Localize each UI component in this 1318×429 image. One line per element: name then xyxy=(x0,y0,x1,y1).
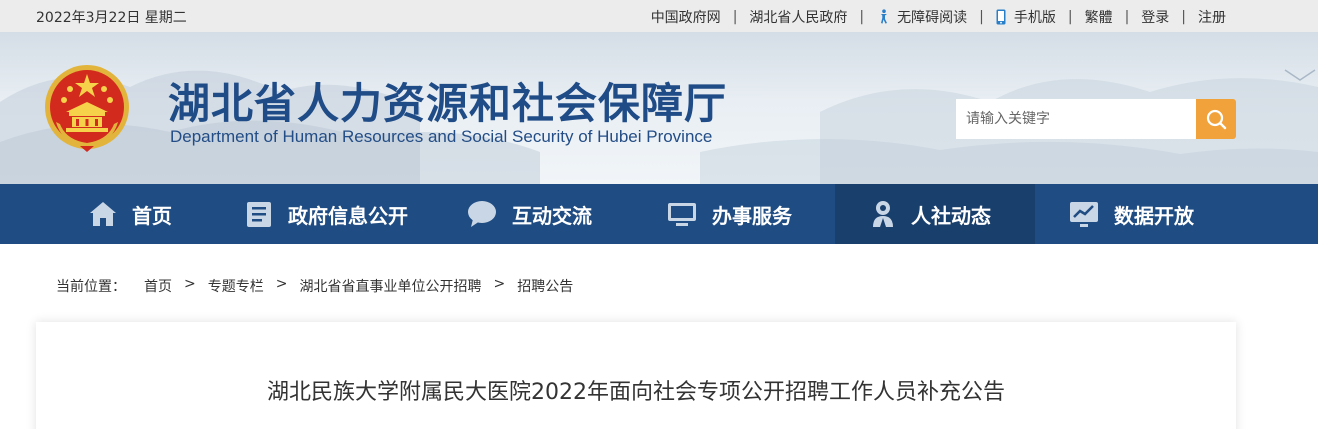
nav-item-gov-info[interactable]: 政府信息公开 xyxy=(244,184,408,244)
nav-item-label: 数据开放 xyxy=(1114,203,1194,228)
link-accessible-label: 无障碍阅读 xyxy=(897,10,968,26)
nav-item-label: 政府信息公开 xyxy=(288,203,408,228)
person-icon xyxy=(873,201,893,227)
nav-item-label: 互动交流 xyxy=(512,203,592,228)
phone-icon xyxy=(996,9,1006,25)
article-title: 湖北民族大学附属民大医院2022年面向社会专项公开招聘工作人员补充公告 xyxy=(267,380,1005,405)
monitor-icon xyxy=(668,203,696,226)
link-china-gov[interactable]: 中国政府网 xyxy=(651,7,721,27)
separator: | xyxy=(859,9,865,25)
link-register[interactable]: 注册 xyxy=(1198,7,1226,27)
nav-item-services[interactable]: 办事服务 xyxy=(666,184,792,244)
breadcrumb-special-topics[interactable]: 专题专栏 xyxy=(208,276,264,296)
accessibility-icon xyxy=(881,9,888,24)
breadcrumb-separator: > xyxy=(184,276,196,292)
link-mobile-label: 手机版 xyxy=(1013,10,1056,26)
nav-item-interaction[interactable]: 互动交流 xyxy=(466,184,592,244)
search-button[interactable] xyxy=(1196,99,1236,139)
nav-item-home[interactable]: 首页 xyxy=(88,184,172,244)
nav-item-open-data[interactable]: 数据开放 xyxy=(1068,184,1194,244)
home-icon xyxy=(90,202,116,226)
nav-item-label: 首页 xyxy=(132,203,172,228)
nav-item-label: 办事服务 xyxy=(712,203,792,228)
nav-item-label: 人社动态 xyxy=(911,203,991,228)
current-date: 2022年3月22日 星期二 xyxy=(36,10,187,26)
separator: | xyxy=(732,9,738,25)
article-panel: 湖北民族大学附属民大医院2022年面向社会专项公开招聘工作人员补充公告 xyxy=(36,322,1236,429)
breadcrumb-recruitment-notice[interactable]: 招聘公告 xyxy=(517,276,573,296)
separator: | xyxy=(1124,9,1130,25)
site-subtitle: Department of Human Resources and Social… xyxy=(170,127,713,146)
link-mobile-version[interactable]: 手机版 xyxy=(996,7,1056,27)
chart-icon xyxy=(1070,202,1098,227)
nav-item-hr-news[interactable]: 人社动态 xyxy=(835,184,1035,244)
search-icon xyxy=(1206,109,1227,130)
breadcrumb-separator: > xyxy=(275,276,288,292)
link-hubei-gov[interactable]: 湖北省人民政府 xyxy=(749,7,847,27)
breadcrumb-public-recruitment[interactable]: 湖北省省直事业单位公开招聘 xyxy=(299,276,481,296)
national-emblem-icon xyxy=(45,65,129,152)
breadcrumb-home[interactable]: 首页 xyxy=(144,276,172,296)
link-traditional-chinese[interactable]: 繁體 xyxy=(1085,7,1113,27)
breadcrumb: 当前位置： 首页 > 专题专栏 > 湖北省省直事业单位公开招聘 > 招聘公告 xyxy=(56,276,573,296)
site-title: 湖北省人力资源和社会保障厅 xyxy=(168,79,728,128)
link-accessible-reading[interactable]: 无障碍阅读 xyxy=(876,7,967,27)
chat-icon xyxy=(468,201,496,227)
site-header: 湖北省人力资源和社会保障厅 Department of Human Resour… xyxy=(0,32,1318,184)
main-nav: 首页 政府信息公开 互动交流 办事服务 人社动态 数据开放 xyxy=(0,184,1318,244)
separator: | xyxy=(1067,9,1073,25)
breadcrumb-lead: 当前位置： xyxy=(56,279,126,295)
document-icon xyxy=(247,202,271,227)
search-input[interactable] xyxy=(956,99,1196,139)
top-utility-bar: 2022年3月22日 星期二 中国政府网 | 湖北省人民政府 | 无障碍阅读 |… xyxy=(0,0,1318,32)
breadcrumb-separator: > xyxy=(493,276,506,292)
separator: | xyxy=(1181,9,1186,25)
link-login[interactable]: 登录 xyxy=(1141,7,1169,27)
separator: | xyxy=(979,9,984,25)
top-links: 中国政府网 | 湖北省人民政府 | 无障碍阅读 | 手机版 | 繁體 | 登录 … xyxy=(651,7,1226,27)
